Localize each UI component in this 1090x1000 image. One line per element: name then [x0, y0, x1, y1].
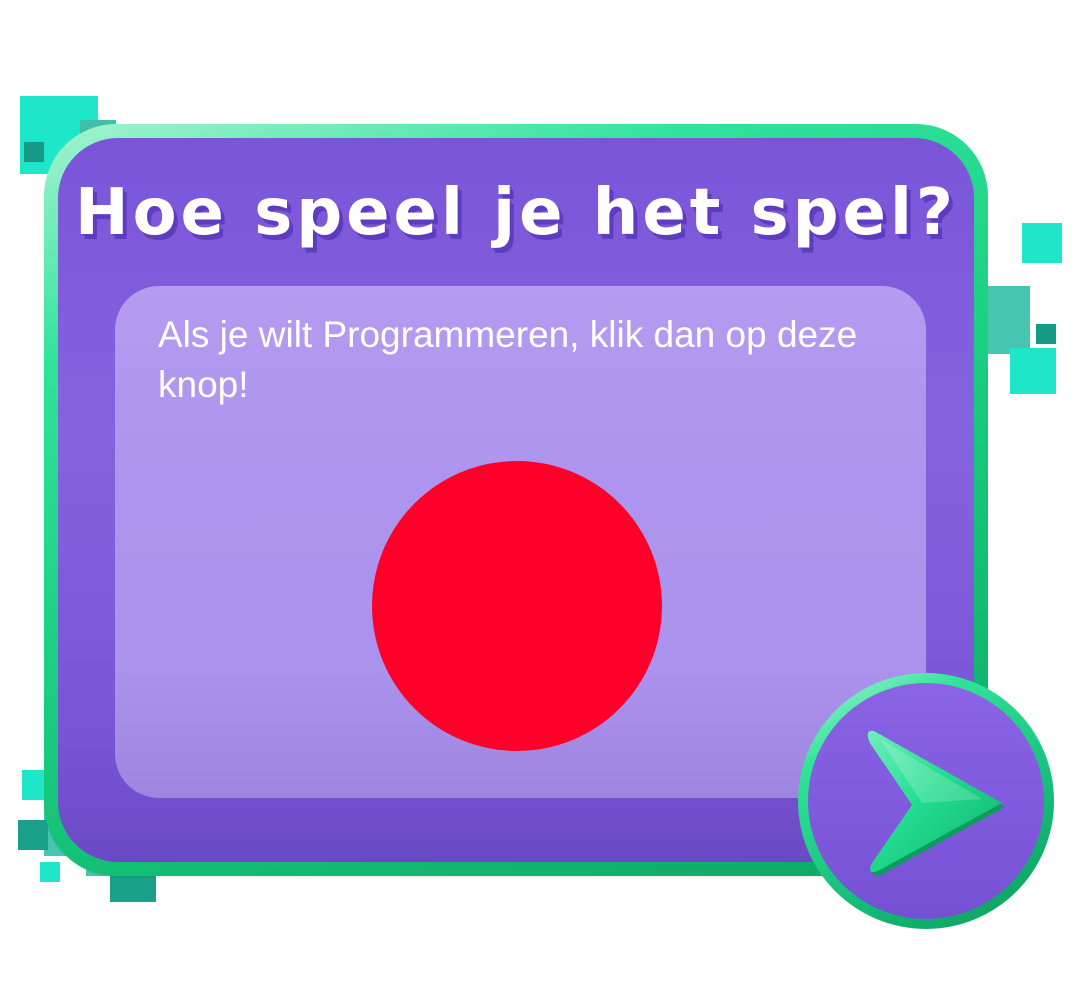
arrow-right-icon — [867, 730, 1005, 876]
instruction-text: Als je wilt Programmeren, klik dan op de… — [158, 314, 858, 405]
next-button[interactable] — [798, 673, 1054, 929]
game-screen: Hoe speel je het spel? Als je wilt Progr… — [0, 0, 1090, 1000]
dialog-title: Hoe speel je het spel? — [75, 176, 957, 250]
next-button-face — [808, 683, 1044, 919]
programming-button[interactable] — [372, 461, 662, 751]
